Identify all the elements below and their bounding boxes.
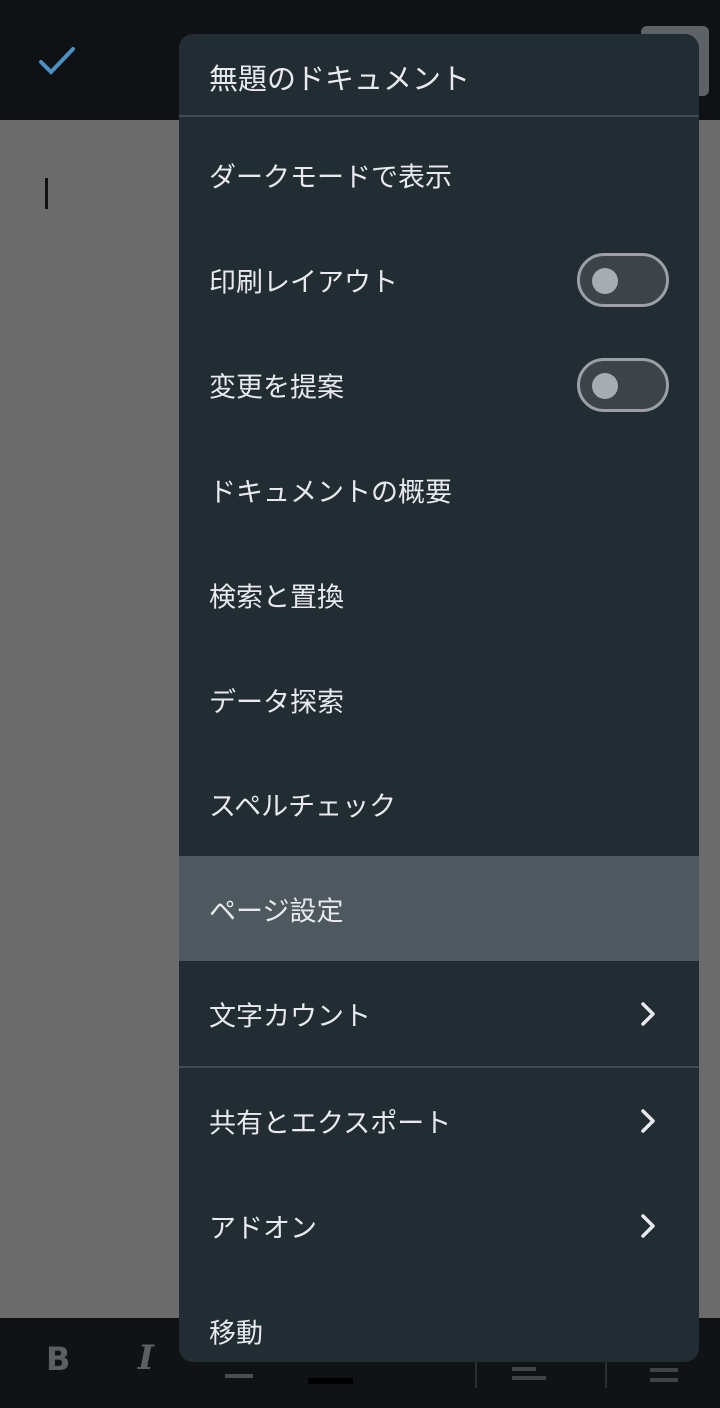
menu-item-spell-check[interactable]: スペルチェック: [179, 751, 699, 856]
menu-item-label: ページ設定: [209, 896, 344, 927]
toggle-knob: [592, 267, 618, 294]
menu-item-label: スペルチェック: [209, 791, 397, 822]
menu-item-label: ドキュメントの概要: [209, 477, 452, 508]
menu-header: 無題のドキュメント: [179, 34, 699, 116]
bold-icon[interactable]: B: [46, 1340, 70, 1378]
overflow-menu: 無題のドキュメント ダークモードで表示 印刷レイアウト 変更を提案 ドキュメント…: [179, 34, 699, 1362]
chevron-right-icon: [641, 1213, 655, 1238]
menu-item-print-layout[interactable]: 印刷レイアウト: [179, 227, 699, 332]
chevron-right-icon: [641, 1108, 655, 1133]
menu-item-label: ダークモードで表示: [209, 162, 452, 193]
menu-item-find-replace[interactable]: 検索と置換: [179, 542, 699, 647]
menu-item-label: 共有とエクスポート: [209, 1108, 452, 1139]
text-cursor: [45, 178, 48, 209]
italic-icon[interactable]: I: [138, 1338, 154, 1378]
underline-icon[interactable]: [225, 1374, 253, 1378]
menu-item-label: 移動: [209, 1318, 263, 1349]
chevron-right-icon: [641, 1001, 655, 1026]
text-color-swatch[interactable]: [308, 1378, 353, 1384]
menu-item-move[interactable]: 移動: [179, 1278, 699, 1362]
menu-item-label: 変更を提案: [209, 372, 344, 403]
check-icon[interactable]: [38, 44, 76, 78]
menu-item-label: 検索と置換: [209, 582, 344, 613]
suggest-changes-toggle[interactable]: [577, 357, 669, 412]
menu-item-add-ons[interactable]: アドオン: [179, 1173, 699, 1278]
menu-divider: [179, 115, 699, 117]
menu-item-document-outline[interactable]: ドキュメントの概要: [179, 437, 699, 542]
menu-item-share-export[interactable]: 共有とエクスポート: [179, 1068, 699, 1173]
menu-item-explore[interactable]: データ探索: [179, 647, 699, 752]
menu-item-label: 印刷レイアウト: [209, 267, 398, 298]
menu-item-suggest-changes[interactable]: 変更を提案: [179, 332, 699, 437]
document-title: 無題のドキュメント: [209, 62, 471, 96]
menu-item-dark-mode[interactable]: ダークモードで表示: [179, 122, 699, 227]
toggle-knob: [592, 372, 618, 399]
menu-item-page-setup[interactable]: ページ設定: [179, 856, 699, 961]
menu-item-word-count[interactable]: 文字カウント: [179, 961, 699, 1066]
menu-item-label: アドオン: [209, 1213, 317, 1244]
print-layout-toggle[interactable]: [577, 252, 669, 307]
menu-item-label: 文字カウント: [209, 1001, 371, 1032]
menu-item-label: データ探索: [209, 687, 344, 718]
